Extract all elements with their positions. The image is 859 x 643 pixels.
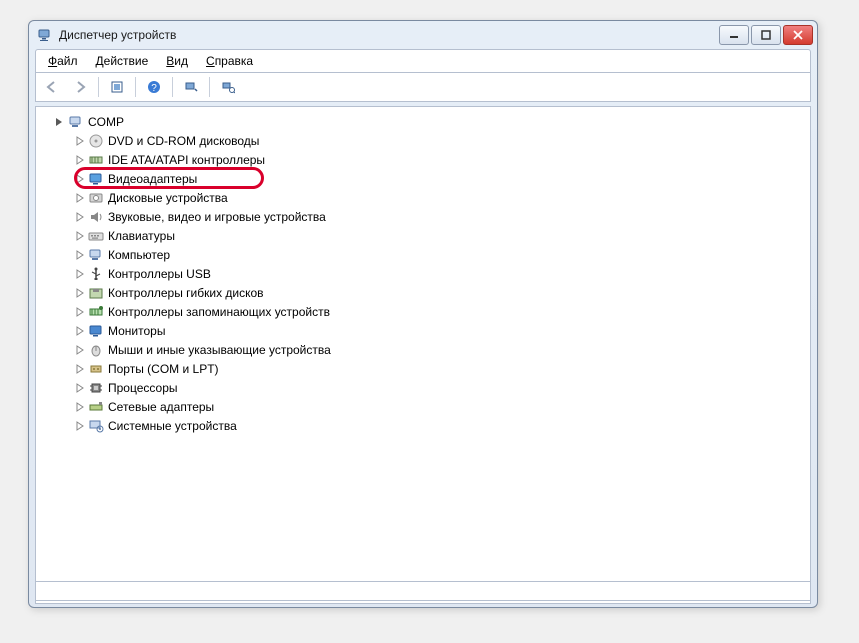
monitor-icon (88, 323, 104, 339)
tree-item[interactable]: Мониторы (42, 321, 804, 340)
tree-item-label: Сетевые адаптеры (106, 400, 216, 414)
expander-icon[interactable] (74, 154, 86, 166)
tree-item-label: DVD и CD-ROM дисководы (106, 134, 261, 148)
tree-item-label: Мыши и иные указывающие устройства (106, 343, 333, 357)
back-button[interactable] (40, 75, 64, 99)
tree-item[interactable]: Звуковые, видео и игровые устройства (42, 207, 804, 226)
tree-item[interactable]: Контроллеры гибких дисков (42, 283, 804, 302)
tree-item-label: Компьютер (106, 248, 172, 262)
tree-item-label: Звуковые, видео и игровые устройства (106, 210, 328, 224)
tree-item[interactable]: Дисковые устройства (42, 188, 804, 207)
expander-icon[interactable] (74, 363, 86, 375)
tree-item[interactable]: Порты (COM и LPT) (42, 359, 804, 378)
keyboard-icon (88, 228, 104, 244)
menu-action[interactable]: Действие (88, 52, 157, 70)
toolbar: ? (35, 73, 811, 102)
system-icon (88, 418, 104, 434)
forward-button[interactable] (68, 75, 92, 99)
expander-icon[interactable] (74, 344, 86, 356)
tree-item-label: Клавиатуры (106, 229, 177, 243)
statusbar (35, 581, 811, 601)
display-icon (88, 171, 104, 187)
app-icon (37, 27, 53, 43)
tree-item[interactable]: Системные устройства (42, 416, 804, 435)
expander-icon[interactable] (74, 230, 86, 242)
cpu-icon (88, 380, 104, 396)
tree-item[interactable]: Контроллеры USB (42, 264, 804, 283)
computer-icon (68, 114, 84, 130)
minimize-button[interactable] (719, 25, 749, 45)
tree-item-label: Мониторы (106, 324, 167, 338)
tree-item-label: Системные устройства (106, 419, 239, 433)
tree-item-label: Дисковые устройства (106, 191, 230, 205)
usb-icon (88, 266, 104, 282)
tree-item-label: Контроллеры запоминающих устройств (106, 305, 332, 319)
port-icon (88, 361, 104, 377)
menu-help[interactable]: Справка (198, 52, 261, 70)
mouse-icon (88, 342, 104, 358)
ide-icon (88, 152, 104, 168)
scan-hardware-button[interactable] (179, 75, 203, 99)
tree-item[interactable]: Компьютер (42, 245, 804, 264)
tree-item-label: IDE ATA/ATAPI контроллеры (106, 153, 267, 167)
tree-item-label: Контроллеры USB (106, 267, 213, 281)
expander-icon[interactable] (74, 420, 86, 432)
floppy-ctl-icon (88, 285, 104, 301)
disc-icon (88, 133, 104, 149)
svg-text:?: ? (151, 83, 157, 94)
network-icon (88, 399, 104, 415)
tree-item[interactable]: Клавиатуры (42, 226, 804, 245)
menu-view[interactable]: Вид (158, 52, 196, 70)
menubar: Файл Действие Вид Справка (35, 49, 811, 73)
tree-item-label: Порты (COM и LPT) (106, 362, 221, 376)
device-tree[interactable]: COMP DVD и CD-ROM дисководы IDE ATA/ATAPI… (35, 106, 811, 604)
properties-button[interactable] (216, 75, 240, 99)
expander-icon[interactable] (74, 173, 86, 185)
disk-icon (88, 190, 104, 206)
tree-item[interactable]: Контроллеры запоминающих устройств (42, 302, 804, 321)
expander-icon[interactable] (74, 268, 86, 280)
device-manager-window: Диспетчер устройств Файл Действие Вид Сп… (28, 20, 818, 608)
expander-icon[interactable] (74, 401, 86, 413)
expander-icon[interactable] (74, 325, 86, 337)
tree-item[interactable]: Мыши и иные указывающие устройства (42, 340, 804, 359)
show-hidden-button[interactable] (105, 75, 129, 99)
computer-icon (88, 247, 104, 263)
maximize-button[interactable] (751, 25, 781, 45)
tree-item[interactable]: Сетевые адаптеры (42, 397, 804, 416)
tree-root-label: COMP (86, 115, 126, 129)
expander-icon[interactable] (74, 287, 86, 299)
tree-item[interactable]: IDE ATA/ATAPI контроллеры (42, 150, 804, 169)
sound-icon (88, 209, 104, 225)
window-title: Диспетчер устройств (59, 28, 176, 42)
expander-icon[interactable] (74, 192, 86, 204)
close-button[interactable] (783, 25, 813, 45)
expander-icon[interactable] (74, 135, 86, 147)
menu-file[interactable]: Файл (40, 52, 86, 70)
help-button[interactable]: ? (142, 75, 166, 99)
tree-item[interactable]: Видеоадаптеры (42, 169, 804, 188)
expander-icon[interactable] (74, 211, 86, 223)
tree-root[interactable]: COMP (42, 113, 804, 131)
expander-icon[interactable] (74, 306, 86, 318)
storage-ctl-icon (88, 304, 104, 320)
tree-item-label: Видеоадаптеры (106, 172, 199, 186)
expander-icon[interactable] (74, 382, 86, 394)
expander-icon[interactable] (74, 249, 86, 261)
tree-item-label: Процессоры (106, 381, 180, 395)
tree-item[interactable]: Процессоры (42, 378, 804, 397)
expander-icon[interactable] (54, 116, 66, 128)
tree-item[interactable]: DVD и CD-ROM дисководы (42, 131, 804, 150)
tree-item-label: Контроллеры гибких дисков (106, 286, 266, 300)
titlebar[interactable]: Диспетчер устройств (29, 21, 817, 49)
